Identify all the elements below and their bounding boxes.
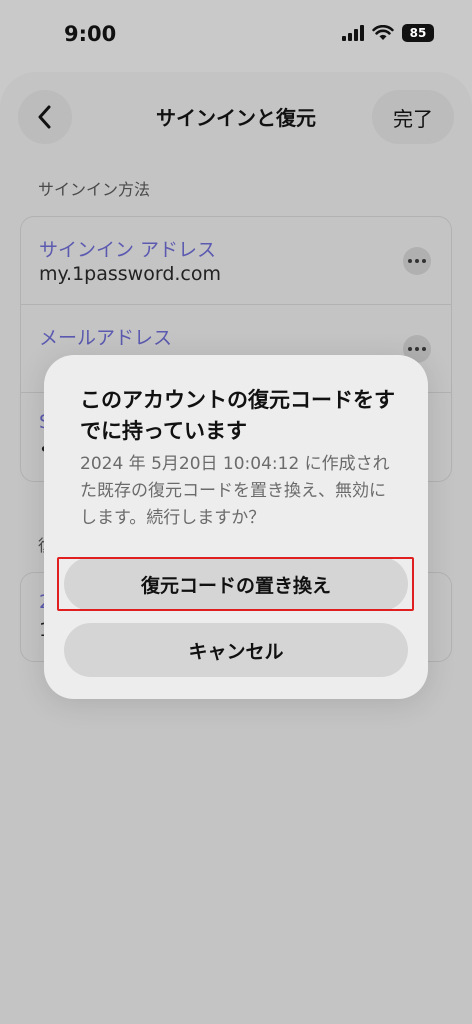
signin-method-label: サインイン方法: [38, 180, 151, 199]
status-bar: 9:00 85: [0, 0, 472, 70]
done-button[interactable]: 完了: [372, 90, 454, 144]
alert-message: 2024 年 5月20日 10:04:12 に作成された既存の復元コードを置き換…: [80, 454, 390, 528]
signin-address-value: my.1password.com: [39, 263, 221, 285]
more-icon[interactable]: [403, 247, 431, 275]
highlight-box: [57, 557, 414, 611]
email-label: メールアドレス: [39, 327, 173, 349]
status-time: 9:00: [64, 22, 117, 46]
replace-recovery-code-alert: このアカウントの復元コードをすでに持っています 2024 年 5月20日 10:…: [44, 355, 428, 699]
cancel-button[interactable]: キャンセル: [64, 623, 408, 677]
status-icons: 85: [342, 24, 434, 42]
signin-address-row[interactable]: サインイン アドレス my.1password.com: [21, 217, 451, 305]
alert-title: このアカウントの復元コードをすでに持っています: [80, 388, 395, 443]
cellular-signal-icon: [342, 25, 364, 41]
battery-icon: 85: [402, 24, 434, 42]
nav-bar: サインインと復元 完了: [0, 72, 472, 162]
signin-address-label: サインイン アドレス: [39, 239, 217, 261]
wifi-icon: [372, 25, 394, 40]
